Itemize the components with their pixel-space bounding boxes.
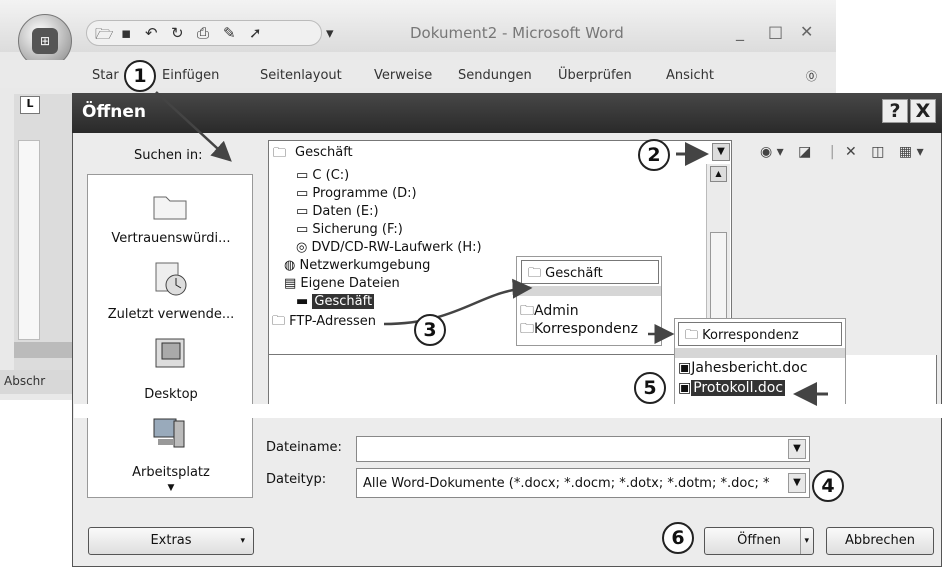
callout-2: 2 <box>638 139 670 171</box>
callout-1: 1 <box>124 60 156 92</box>
callout-4: 4 <box>812 470 844 502</box>
callout-5: 5 <box>634 372 666 404</box>
callout-3: 3 <box>414 314 446 346</box>
callout-6: 6 <box>662 522 694 554</box>
